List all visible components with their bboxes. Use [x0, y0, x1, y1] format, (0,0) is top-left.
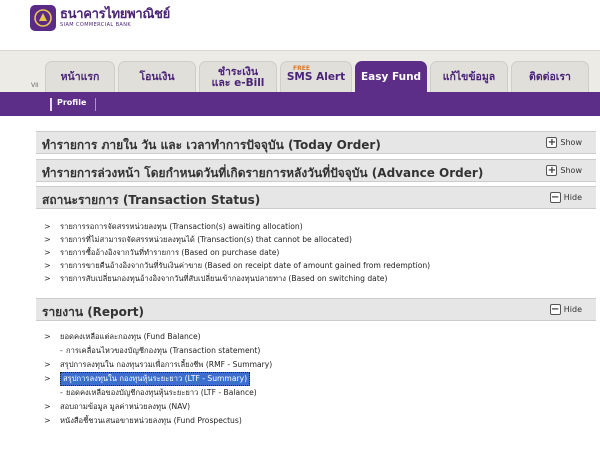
chevron-right-icon: >	[44, 332, 51, 341]
toggle-label: Hide	[563, 193, 582, 202]
chevron-right-icon: >	[44, 402, 51, 411]
list-item-label: สรุปการลงทุนใน กองทุนหุ้นระยะยาว (LTF - …	[60, 371, 251, 386]
hide-toggle-button[interactable]: − Hide	[549, 191, 582, 203]
list-item-label: ยอดคงเหลือของบัญชีกองทุนหุ้นระยะยาว (LTF…	[66, 387, 257, 397]
list-item[interactable]: > สอบถามข้อมูล มูลค่าหน่วยลงทุน (NAV)	[44, 401, 190, 412]
tab-payment-ebill[interactable]: ชำระเงิน และ e-Bill	[199, 61, 277, 93]
free-badge: FREE	[293, 65, 310, 72]
tab-easy-fund[interactable]: Easy Fund	[355, 61, 427, 93]
subnav-divider	[95, 98, 96, 111]
list-item[interactable]: > สรุปการลงทุนใน กองทุนรวมเพื่อการเลี้ยง…	[44, 359, 272, 370]
chevron-right-icon: >	[44, 416, 51, 425]
bank-logo[interactable]: ธนาคารไทยพาณิชย์ SIAM COMMERCIAL BANK	[30, 5, 170, 31]
section-report: รายงาน (Report) − Hide	[36, 298, 596, 321]
section-title: รายงาน (Report)	[42, 305, 145, 319]
toggle-label: Show	[560, 166, 582, 175]
subnav-divider	[50, 98, 52, 111]
list-item-label: สรุปการลงทุนใน กองทุนรวมเพื่อการเลี้ยงชี…	[60, 359, 273, 369]
tab-easy-fund-label: Easy Fund	[360, 71, 422, 83]
show-toggle-button[interactable]: + Show	[546, 137, 582, 148]
list-item-label: รายการที่ไม่สามารถจัดสรรหน่วยลงทุนได้ (T…	[60, 234, 352, 244]
list-item-label: รายการสับเปลี่ยนกองทุนอ้างอิงจากวันที่สั…	[60, 273, 388, 283]
tab-transfer-label: โอนเงิน	[139, 71, 175, 83]
main-navigation: VII หน้าแรก โอนเงิน ชำระเงิน และ e-Bill …	[0, 50, 600, 93]
tab-home-label: หน้าแรก	[60, 71, 100, 83]
show-toggle-button[interactable]: + Show	[546, 165, 582, 176]
tab-home[interactable]: หน้าแรก	[45, 61, 115, 93]
list-item[interactable]: > ยอดคงเหลือแต่ละกองทุน (Fund Balance)	[44, 331, 201, 342]
minus-icon: −	[549, 191, 561, 203]
chevron-right-icon: >	[44, 248, 51, 257]
list-item-label: หนังสือชี้ชวนเสนอขายหน่วยลงทุน (Fund Pro…	[60, 415, 242, 425]
subnav-profile-link[interactable]: Profile	[57, 98, 86, 107]
list-item-label: รายการขายคืนอ้างอิงจากวันที่รับเงินค่าขา…	[60, 260, 431, 270]
list-item-label: การเคลื่อนไหวของบัญชีกองทุน (Transaction…	[66, 345, 261, 355]
plus-icon: +	[546, 164, 558, 176]
section-advance-order: ทำรายการล่วงหน้า โดยกำหนดวันที่เกิดรายกา…	[36, 159, 596, 182]
chevron-right-icon: >	[44, 374, 51, 383]
tab-contact[interactable]: ติดต่อเรา	[511, 61, 589, 93]
tab-edit-label: แก้ไขข้อมูล	[442, 71, 496, 83]
toggle-label: Hide	[563, 305, 582, 314]
version-label: VII	[31, 82, 39, 89]
tab-payment-label: ชำระเงิน และ e-Bill	[211, 65, 265, 89]
section-title: สถานะรายการ (Transaction Status)	[42, 193, 261, 207]
list-item[interactable]: > รายการสับเปลี่ยนกองทุนอ้างอิงจากวันที่…	[44, 273, 387, 284]
header: ธนาคารไทยพาณิชย์ SIAM COMMERCIAL BANK	[0, 0, 600, 42]
tab-transfer[interactable]: โอนเงิน	[118, 61, 196, 93]
hide-toggle-button[interactable]: − Hide	[549, 303, 582, 315]
chevron-right-icon: >	[44, 261, 51, 270]
list-item-label: รายการซื้ออ้างอิงจากวันที่ทำรายการ (Base…	[60, 247, 280, 257]
chevron-right-icon: >	[44, 222, 51, 231]
logo-thai-text: ธนาคารไทยพาณิชย์	[60, 7, 170, 22]
tab-contact-label: ติดต่อเรา	[529, 71, 571, 83]
list-item-label: รายการรอการจัดสรรหน่วยลงทุน (Transaction…	[60, 221, 303, 231]
section-transaction-status: สถานะรายการ (Transaction Status) − Hide	[36, 186, 596, 209]
list-item[interactable]: > รายการที่ไม่สามารถจัดสรรหน่วยลงทุนได้ …	[44, 234, 352, 245]
toggle-label: Show	[560, 138, 582, 147]
sub-navigation: Profile	[0, 92, 600, 116]
chevron-right-icon: >	[44, 360, 51, 369]
section-title: ทำรายการ ภายใน วัน และ เวลาทำการปัจจุบัน…	[42, 138, 381, 152]
list-item-selected[interactable]: > สรุปการลงทุนใน กองทุนหุ้นระยะยาว (LTF …	[44, 371, 251, 386]
logo-english-text: SIAM COMMERCIAL BANK	[60, 22, 132, 28]
tab-sms-alert[interactable]: FREE SMS Alert	[280, 61, 352, 93]
chevron-right-icon: >	[44, 235, 51, 244]
chevron-right-icon: >	[44, 274, 51, 283]
list-item-label: ยอดคงเหลือแต่ละกองทุน (Fund Balance)	[60, 331, 201, 341]
list-item[interactable]: > หนังสือชี้ชวนเสนอขายหน่วยลงทุน (Fund P…	[44, 415, 242, 426]
list-item[interactable]: > รายการรอการจัดสรรหน่วยลงทุน (Transacti…	[44, 221, 303, 232]
section-today-order: ทำรายการ ภายใน วัน และ เวลาทำการปัจจุบัน…	[36, 131, 596, 154]
scb-emblem-icon	[30, 5, 56, 31]
list-item[interactable]: > รายการขายคืนอ้างอิงจากวันที่รับเงินค่า…	[44, 260, 430, 271]
section-title: ทำรายการล่วงหน้า โดยกำหนดวันที่เกิดรายกา…	[42, 166, 484, 180]
tab-edit-profile[interactable]: แก้ไขข้อมูล	[430, 61, 508, 93]
minus-icon: −	[549, 303, 561, 315]
plus-icon: +	[546, 136, 558, 148]
list-subitem[interactable]: - การเคลื่อนไหวของบัญชีกองทุน (Transacti…	[60, 345, 260, 356]
list-item[interactable]: > รายการซื้ออ้างอิงจากวันที่ทำรายการ (Ba…	[44, 247, 279, 258]
list-subitem[interactable]: - ยอดคงเหลือของบัญชีกองทุนหุ้นระยะยาว (L…	[60, 387, 257, 398]
list-item-label: สอบถามข้อมูล มูลค่าหน่วยลงทุน (NAV)	[60, 401, 191, 411]
